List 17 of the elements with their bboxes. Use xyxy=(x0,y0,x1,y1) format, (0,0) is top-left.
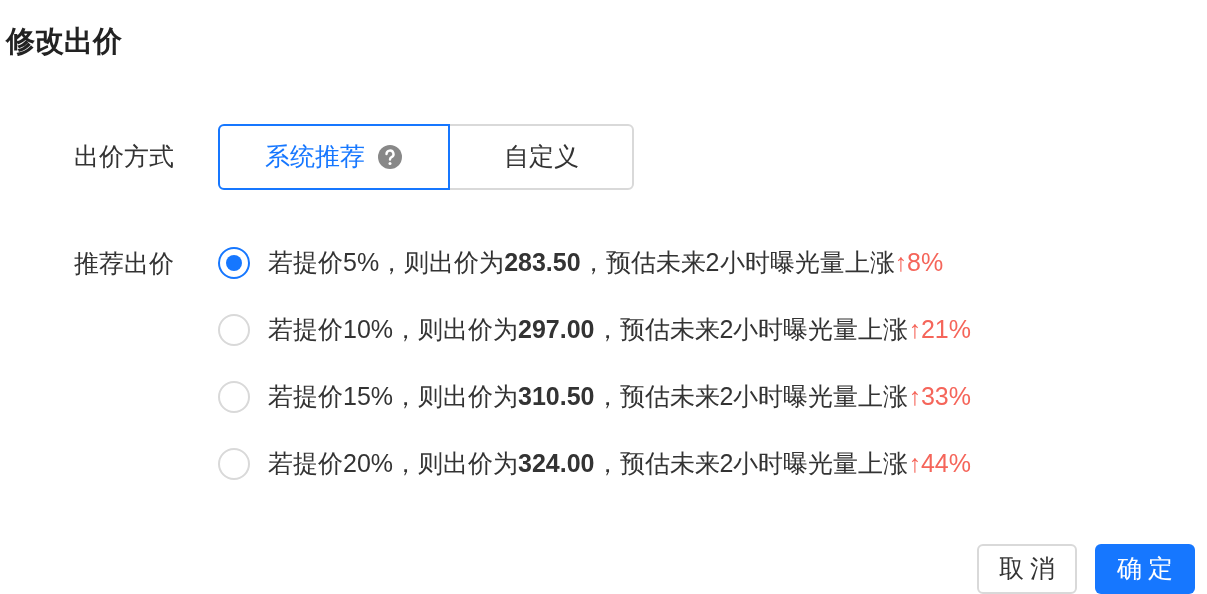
field-label: 出价方式 xyxy=(74,141,175,173)
increase-value: ↑21% xyxy=(908,314,971,346)
increase-value: ↑33% xyxy=(908,381,971,413)
cancel-button[interactable]: 取 消 xyxy=(977,544,1077,594)
radio-button[interactable] xyxy=(218,247,250,279)
option-text: 若提价10%，则出价为297.00，预估未来2小时曝光量上涨 xyxy=(268,314,909,346)
dialog-title: 修改出价 xyxy=(6,24,122,59)
help-icon[interactable] xyxy=(377,144,403,170)
segment-tab[interactable]: 自定义 xyxy=(448,124,634,190)
option-text: 若提价5%，则出价为283.50，预估未来2小时曝光量上涨 xyxy=(268,247,895,279)
confirm-button[interactable]: 确 定 xyxy=(1095,544,1195,594)
option-text: 若提价20%，则出价为324.00，预估未来2小时曝光量上涨 xyxy=(268,448,909,480)
field-label: 推荐出价 xyxy=(74,248,175,279)
option-text: 若提价15%，则出价为310.50，预估未来2小时曝光量上涨 xyxy=(268,381,909,413)
increase-value: ↑8% xyxy=(894,247,944,279)
segment-tab[interactable]: 系统推荐 xyxy=(218,124,450,190)
increase-value: ↑44% xyxy=(908,448,971,480)
